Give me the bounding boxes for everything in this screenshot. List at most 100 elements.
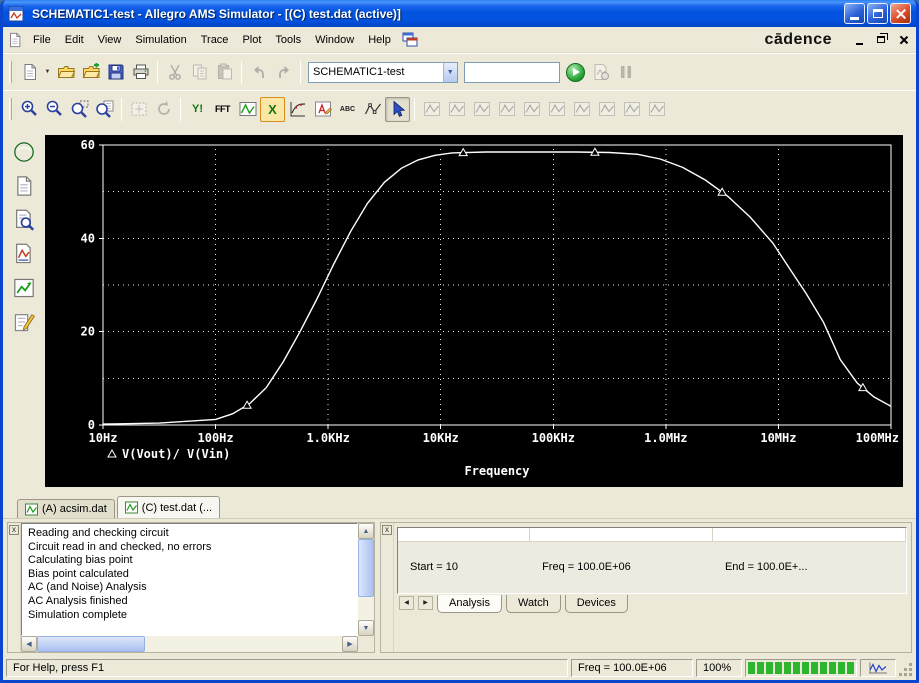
- zoom-fit-button[interactable]: [92, 97, 117, 122]
- cursor-trough-button[interactable]: [494, 97, 519, 122]
- close-button[interactable]: [890, 3, 911, 24]
- scroll-track[interactable]: [145, 636, 342, 652]
- close-sim-panel-button[interactable]: x: [382, 525, 392, 535]
- vertical-scrollbar[interactable]: ▲ ▼: [358, 523, 374, 636]
- scroll-right-button[interactable]: ▶: [342, 636, 358, 652]
- simulation-queue-button[interactable]: [9, 137, 39, 167]
- view-area-button[interactable]: [126, 97, 151, 122]
- toolbar-grip[interactable]: [9, 98, 12, 120]
- cursor-slope-button[interactable]: [519, 97, 544, 122]
- menu-simulation[interactable]: Simulation: [128, 30, 193, 50]
- tab-analysis[interactable]: Analysis: [437, 594, 502, 613]
- run-simulation-button[interactable]: [563, 60, 588, 85]
- copy-button[interactable]: [187, 60, 212, 85]
- menu-edit[interactable]: Edit: [58, 30, 91, 50]
- child-restore-button[interactable]: [872, 32, 890, 47]
- tab-test-dat[interactable]: (C) test.dat (...: [116, 496, 221, 518]
- insert-text-button[interactable]: ABC: [335, 97, 360, 122]
- run-icon: [566, 62, 585, 82]
- new-file-button[interactable]: [17, 60, 42, 85]
- pause-simulation-button[interactable]: [613, 60, 638, 85]
- mark-label-button[interactable]: [644, 97, 669, 122]
- output-log[interactable]: Reading and checking circuit Circuit rea…: [21, 523, 358, 636]
- paste-button[interactable]: [212, 60, 237, 85]
- text-label-button[interactable]: [310, 97, 335, 122]
- copy-icon: [191, 63, 209, 81]
- zoom-out-button[interactable]: [42, 97, 67, 122]
- minimize-button[interactable]: [844, 3, 865, 24]
- menu-view[interactable]: View: [91, 30, 129, 50]
- view-simulation-results-button[interactable]: [9, 273, 39, 303]
- mark-data-points-button[interactable]: [360, 97, 385, 122]
- waveform-chart[interactable]: 0 20 40 60 10Hz 100Hz 1.0KHz 10KHz 100KHz 1.0MHz 1…: [45, 135, 903, 487]
- cursor-peak-icon: [473, 100, 491, 118]
- select-pointer-button[interactable]: [385, 96, 410, 122]
- cursor-peak-button[interactable]: [469, 97, 494, 122]
- status-activity-cell: [860, 658, 896, 677]
- open-file-button[interactable]: [53, 60, 78, 85]
- horizontal-scroll-thumb[interactable]: [37, 636, 145, 652]
- scroll-up-button[interactable]: ▲: [358, 523, 374, 539]
- tab-watch[interactable]: Watch: [505, 594, 561, 613]
- view-output-file-button[interactable]: [9, 171, 39, 201]
- performance-analysis-button[interactable]: [235, 97, 260, 122]
- sim-panel-body: Start = 10 Freq = 100.0E+06 End = 100.0E…: [394, 523, 911, 614]
- view-circuit-file-button[interactable]: [9, 239, 39, 269]
- tab-acsim-dat[interactable]: (A) acsim.dat: [17, 499, 115, 518]
- new-file-dropdown[interactable]: ▼: [42, 60, 53, 85]
- cut-button[interactable]: [162, 60, 187, 85]
- cursor-freeze-button[interactable]: [444, 97, 469, 122]
- save-button[interactable]: [103, 60, 128, 85]
- vertical-scroll-thumb[interactable]: [358, 539, 374, 597]
- profile-input[interactable]: [465, 62, 559, 82]
- child-close-icon: [899, 35, 908, 44]
- menu-plot[interactable]: Plot: [235, 30, 268, 50]
- menu-trace[interactable]: Trace: [194, 30, 236, 50]
- resize-grip[interactable]: [899, 659, 913, 677]
- cursor-max-button[interactable]: [569, 97, 594, 122]
- tab-scroll-right-button[interactable]: ▶: [418, 595, 433, 610]
- redraw-button[interactable]: [151, 97, 176, 122]
- log-y-axis-button[interactable]: Y!: [185, 97, 210, 122]
- append-file-button[interactable]: [78, 60, 103, 85]
- zoom-area-button[interactable]: [67, 97, 92, 122]
- edit-profile-button[interactable]: [588, 60, 613, 85]
- cursor-point-button[interactable]: [594, 97, 619, 122]
- zoom-in-button[interactable]: [17, 97, 42, 122]
- redo-button[interactable]: [271, 60, 296, 85]
- cursor-max-icon: [573, 100, 591, 118]
- log-x-axis-button[interactable]: X: [260, 96, 285, 122]
- redraw-icon: [155, 100, 173, 118]
- scroll-left-button[interactable]: ◀: [21, 636, 37, 652]
- undo-button[interactable]: [246, 60, 271, 85]
- fourier-button[interactable]: FFT: [210, 97, 235, 122]
- menu-tools[interactable]: Tools: [268, 30, 308, 50]
- child-close-button[interactable]: [894, 32, 912, 47]
- goal-function-button[interactable]: [285, 97, 310, 122]
- scroll-down-button[interactable]: ▼: [358, 620, 374, 636]
- scroll-track[interactable]: [358, 597, 374, 620]
- menu-file[interactable]: File: [26, 30, 58, 50]
- print-button[interactable]: [128, 60, 153, 85]
- cascade-windows-icon: [401, 31, 419, 49]
- combo-dropdown-icon[interactable]: ▼: [442, 62, 457, 82]
- maximize-button[interactable]: [867, 3, 888, 24]
- active-design-input[interactable]: [309, 62, 443, 82]
- tab-devices[interactable]: Devices: [564, 594, 628, 613]
- toggle-cursor-button[interactable]: [419, 97, 444, 122]
- tab-scroll-left-button[interactable]: ◀: [399, 595, 414, 610]
- cursor-search-button[interactable]: [619, 97, 644, 122]
- toolbar-grip[interactable]: [9, 61, 12, 83]
- cascade-windows-button[interactable]: [398, 27, 423, 52]
- cut-icon: [166, 63, 184, 81]
- menu-help[interactable]: Help: [361, 30, 398, 50]
- menu-window[interactable]: Window: [308, 30, 361, 50]
- edit-simulation-settings-button[interactable]: [9, 307, 39, 337]
- horizontal-scrollbar[interactable]: ◀ ▶: [21, 636, 358, 652]
- title-bar[interactable]: SCHEMATIC1-test - Allegro AMS Simulator …: [3, 0, 916, 27]
- child-minimize-button[interactable]: [850, 32, 868, 47]
- plot-toolbar: Y! FFT X ABC: [3, 90, 916, 127]
- examine-output-button[interactable]: [9, 205, 39, 235]
- cursor-min-button[interactable]: [544, 97, 569, 122]
- close-output-button[interactable]: x: [9, 525, 19, 535]
